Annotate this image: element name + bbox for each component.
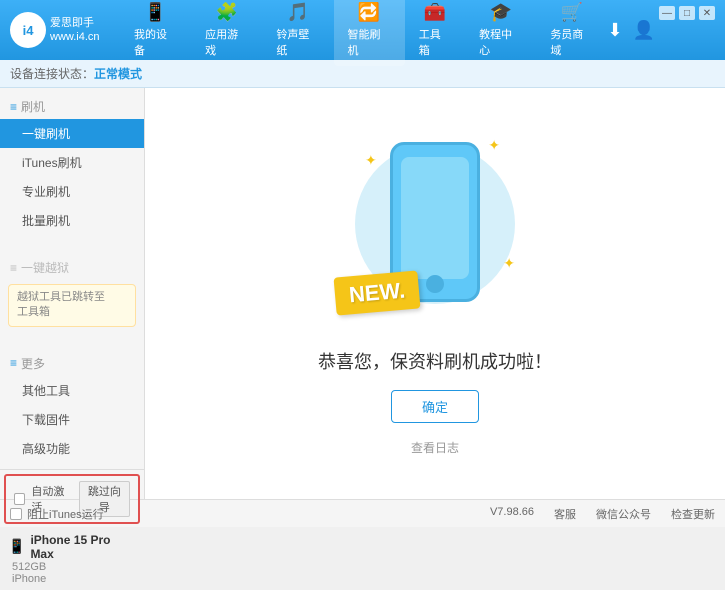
wechat-link[interactable]: 微信公众号 [596,506,651,522]
nav-toolbox[interactable]: 🧰 工具箱 [405,0,465,66]
bottombar-left: 阻止iTunes运行 [10,506,104,522]
status-mode: 正常模式 [94,65,142,82]
stop-itunes-checkbox[interactable] [10,508,22,520]
bottombar-right: V7.98.66 客服 微信公众号 检查更新 [490,506,715,522]
sparkle-2: ✦ [488,137,500,154]
phone-screen [401,157,469,279]
logo-icon-text: i4 [23,23,34,38]
user-icon[interactable]: 👤 [633,20,655,41]
sidebar-item-advanced[interactable]: 高级功能 [0,434,144,463]
content-area: ✦ ✦ ✦ NEW. 恭喜您，保资料刷机成功啦！ 确定 查看日志 [145,88,725,499]
status-prefix: 设备连接状态： [10,65,94,82]
check-update-link[interactable]: 检查更新 [671,506,715,522]
close-button[interactable]: ✕ [699,6,715,20]
log-link[interactable]: 查看日志 [411,439,459,456]
jailbreak-section-icon: ≡ [10,261,17,275]
sidebar-jailbreak-note: 越狱工具已跳转至工具箱 [8,284,136,327]
new-banner: NEW. [334,270,421,315]
nav-toolbox-icon: 🧰 [424,2,446,23]
sidebar-section-flash: ≡ 刷机 一键刷机 iTunes刷机 专业刷机 批量刷机 [0,88,144,241]
success-text: 恭喜您，保资料刷机成功啦！ [318,348,552,374]
sidebar: ≡ 刷机 一键刷机 iTunes刷机 专业刷机 批量刷机 ≡ 一键越狱 [0,88,145,499]
phone-illustration: ✦ ✦ ✦ NEW. [345,132,525,332]
success-container: ✦ ✦ ✦ NEW. 恭喜您，保资料刷机成功啦！ 确定 查看日志 [318,132,552,456]
device-phone-icon: 📱 [8,538,25,555]
logo-text: 爱思即手 www.i4.cn [50,16,100,45]
download-icon[interactable]: ⬇ [607,20,622,41]
minimize-button[interactable]: — [659,6,675,20]
flash-section-icon: ≡ [10,100,17,114]
sidebar-item-yijian-flash[interactable]: 一键刷机 [0,119,144,148]
confirm-button[interactable]: 确定 [391,390,479,423]
nav-tutorial[interactable]: 🎓 教程中心 [465,0,536,66]
nav-ringtone[interactable]: 🎵 铃声壁纸 [262,0,333,66]
nav-smart-flash[interactable]: 🔁 智能刷机 [334,0,405,66]
sidebar-section-jailbreak: ≡ 一键越狱 越狱工具已跳转至工具箱 [0,249,144,337]
device-panel: 自动激活 跳过向导 📱 iPhone 15 Pro Max 512GB iPho… [0,469,144,590]
sidebar-item-other-tools[interactable]: 其他工具 [0,376,144,405]
version-label: V7.98.66 [490,506,534,522]
main-layout: ≡ 刷机 一键刷机 iTunes刷机 专业刷机 批量刷机 ≡ 一键越狱 [0,88,725,499]
topbar: i4 爱思即手 www.i4.cn 📱 我的设备 🧩 应用游戏 🎵 铃声壁纸 🔁… [0,0,725,60]
nav-app-games-icon: 🧩 [216,2,238,23]
nav-app-games[interactable]: 🧩 应用游戏 [191,0,262,66]
sidebar-section-more: ≡ 更多 其他工具 下载固件 高级功能 [0,345,144,469]
logo-circle: i4 [10,12,46,48]
sidebar-item-download-firmware[interactable]: 下载固件 [0,405,144,434]
nav-service-icon: 🛒 [561,2,583,23]
customer-service-link[interactable]: 客服 [554,506,576,522]
device-name: iPhone 15 Pro Max [30,533,136,561]
device-type: iPhone [8,573,136,585]
device-storage: 512GB [8,561,136,573]
nav-service[interactable]: 🛒 务员商域 [536,0,607,66]
nav-my-device-icon: 📱 [144,2,166,23]
nav-ringtone-icon: 🎵 [287,2,309,23]
device-info: 📱 iPhone 15 Pro Max 512GB iPhone [0,528,144,590]
nav-tutorial-icon: 🎓 [490,2,512,23]
sidebar-item-pro-flash[interactable]: 专业刷机 [0,177,144,206]
nav-my-device[interactable]: 📱 我的设备 [120,0,191,66]
sidebar-item-itunes-flash[interactable]: iTunes刷机 [0,148,144,177]
nav-smart-flash-icon: 🔁 [358,2,380,23]
sparkle-1: ✦ [365,152,377,169]
phone-home-button [426,275,444,293]
logo-area: i4 爱思即手 www.i4.cn [10,12,120,48]
sidebar-header-flash: ≡ 刷机 [0,94,144,119]
nav-items: 📱 我的设备 🧩 应用游戏 🎵 铃声壁纸 🔁 智能刷机 🧰 工具箱 🎓 教程中心… [120,0,607,66]
more-section-icon: ≡ [10,356,17,370]
top-right-area: ⬇ 👤 [607,20,655,41]
device-name-row: 📱 iPhone 15 Pro Max [8,533,136,561]
auto-activate-checkbox[interactable] [14,493,25,505]
sparkle-3: ✦ [503,255,515,272]
maximize-button[interactable]: □ [679,6,695,20]
window-controls: — □ ✕ [659,6,715,20]
stop-itunes-label: 阻止iTunes运行 [27,506,104,522]
sidebar-header-jailbreak: ≡ 一键越狱 [0,255,144,280]
sidebar-item-batch-flash[interactable]: 批量刷机 [0,206,144,235]
sidebar-header-more: ≡ 更多 [0,351,144,376]
